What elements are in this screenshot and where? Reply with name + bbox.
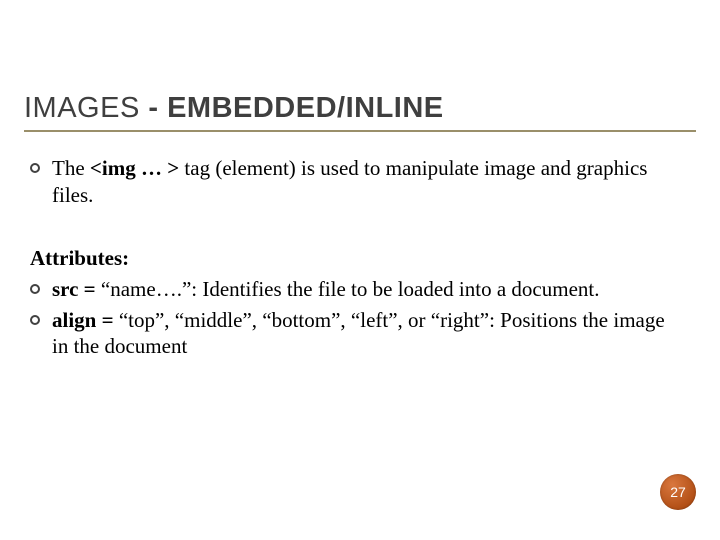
- intro-tag: <img … >: [90, 156, 179, 180]
- intro-pre: The: [52, 156, 90, 180]
- bullet-intro: The <img … > tag (element) is used to ma…: [30, 155, 670, 209]
- align-rest: “top”, “middle”, “bottom”, “left”, or “r…: [52, 308, 665, 359]
- bullet-align-text: align = “top”, “middle”, “bottom”, “left…: [52, 307, 670, 361]
- align-bold: align =: [52, 308, 119, 332]
- title-bold: - EMBEDDED/INLINE: [148, 92, 443, 124]
- bullet-icon: [30, 163, 40, 173]
- spacer: [30, 213, 670, 245]
- slide-body: The <img … > tag (element) is used to ma…: [30, 155, 670, 364]
- bullet-src: src = “name….”: Identifies the file to b…: [30, 276, 670, 303]
- attributes-heading: Attributes:: [30, 245, 670, 272]
- bullet-icon: [30, 284, 40, 294]
- bullet-src-text: src = “name….”: Identifies the file to b…: [52, 276, 670, 303]
- bullet-align: align = “top”, “middle”, “bottom”, “left…: [30, 307, 670, 361]
- page-number: 27: [670, 484, 686, 500]
- slide: IMAGES - EMBEDDED/INLINE The <img … > ta…: [0, 0, 720, 540]
- src-bold: src =: [52, 277, 101, 301]
- title-underline: [24, 130, 696, 132]
- bullet-icon: [30, 315, 40, 325]
- page-number-badge: 27: [660, 474, 696, 510]
- src-rest: “name….”: Identifies the file to be load…: [101, 277, 600, 301]
- bullet-intro-text: The <img … > tag (element) is used to ma…: [52, 155, 670, 209]
- title-plain: IMAGES: [24, 92, 148, 124]
- slide-title: IMAGES - EMBEDDED/INLINE: [24, 92, 444, 125]
